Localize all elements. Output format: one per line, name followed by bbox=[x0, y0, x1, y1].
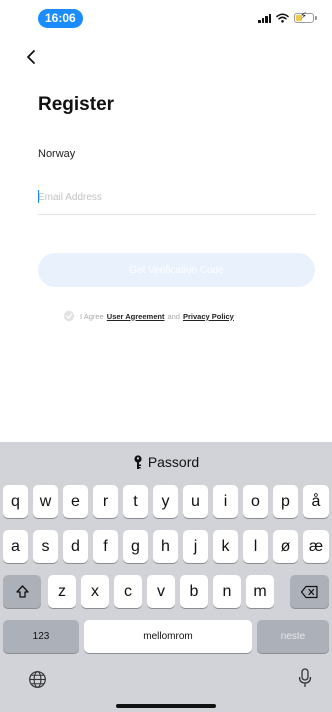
key-q[interactable]: q bbox=[3, 485, 28, 518]
password-suggestion[interactable]: Passord bbox=[133, 454, 199, 470]
get-verification-code-button[interactable]: Get Verification Code bbox=[38, 253, 315, 287]
email-input[interactable] bbox=[38, 186, 316, 208]
key-j[interactable]: j bbox=[183, 530, 208, 563]
key-x[interactable]: x bbox=[81, 575, 109, 608]
status-bar: 16:06 ⚡ bbox=[0, 0, 332, 34]
cellular-signal-icon bbox=[258, 13, 271, 23]
numbers-key[interactable]: 123 bbox=[3, 620, 79, 653]
key-c[interactable]: c bbox=[114, 575, 142, 608]
key-v[interactable]: v bbox=[147, 575, 175, 608]
globe-icon[interactable] bbox=[28, 670, 47, 689]
key-p[interactable]: p bbox=[273, 485, 298, 518]
key-f[interactable]: f bbox=[93, 530, 118, 563]
text-caret bbox=[38, 190, 39, 203]
privacy-policy-link[interactable]: Privacy Policy bbox=[183, 312, 234, 321]
key-s[interactable]: s bbox=[33, 530, 58, 563]
key-k[interactable]: k bbox=[213, 530, 238, 563]
agree-checkbox-icon[interactable] bbox=[63, 310, 75, 322]
key-ae[interactable]: æ bbox=[303, 530, 329, 563]
microphone-icon[interactable] bbox=[298, 668, 312, 689]
key-a[interactable]: a bbox=[3, 530, 28, 563]
key-h[interactable]: h bbox=[153, 530, 178, 563]
key-t[interactable]: t bbox=[123, 485, 148, 518]
user-agreement-link[interactable]: User Agreement bbox=[107, 312, 165, 321]
key-y[interactable]: y bbox=[153, 485, 178, 518]
backspace-key[interactable] bbox=[290, 575, 329, 608]
space-key[interactable]: mellomrom bbox=[84, 620, 252, 653]
key-icon bbox=[134, 454, 142, 469]
key-a-ring[interactable]: å bbox=[303, 485, 329, 518]
key-b[interactable]: b bbox=[180, 575, 208, 608]
back-chevron-icon[interactable] bbox=[22, 47, 42, 67]
key-e[interactable]: e bbox=[63, 485, 88, 518]
key-z[interactable]: z bbox=[48, 575, 76, 608]
keyboard: Passord q w e r t y u i o p å a s d f g … bbox=[0, 442, 332, 712]
return-key[interactable]: neste bbox=[257, 620, 329, 653]
key-m[interactable]: m bbox=[246, 575, 274, 608]
key-n[interactable]: n bbox=[213, 575, 241, 608]
battery-icon: ⚡ bbox=[294, 11, 317, 23]
keyboard-suggestion-bar: Passord bbox=[0, 442, 332, 482]
key-o[interactable]: o bbox=[243, 485, 268, 518]
key-i[interactable]: i bbox=[213, 485, 238, 518]
page-title: Register bbox=[38, 94, 115, 115]
shift-icon bbox=[15, 585, 29, 598]
key-d[interactable]: d bbox=[63, 530, 88, 563]
agree-and: and bbox=[167, 311, 180, 321]
password-suggestion-label: Passord bbox=[147, 454, 200, 470]
key-u[interactable]: u bbox=[183, 485, 208, 518]
agree-prefix: I Agree bbox=[80, 311, 104, 321]
key-o-slash[interactable]: ø bbox=[273, 530, 298, 563]
shift-key[interactable] bbox=[3, 575, 41, 608]
wifi-icon bbox=[276, 13, 289, 23]
key-w[interactable]: w bbox=[33, 485, 58, 518]
status-icons: ⚡ bbox=[258, 11, 317, 23]
key-l[interactable]: l bbox=[243, 530, 268, 563]
key-g[interactable]: g bbox=[123, 530, 148, 563]
home-indicator bbox=[116, 704, 216, 708]
key-r[interactable]: r bbox=[93, 485, 118, 518]
agreement-row: I Agree User Agreement and Privacy Polic… bbox=[63, 310, 237, 322]
country-selector[interactable]: Norway bbox=[38, 148, 75, 160]
email-field-container bbox=[38, 186, 316, 215]
backspace-icon bbox=[300, 585, 318, 598]
status-time: 16:06 bbox=[38, 9, 83, 28]
